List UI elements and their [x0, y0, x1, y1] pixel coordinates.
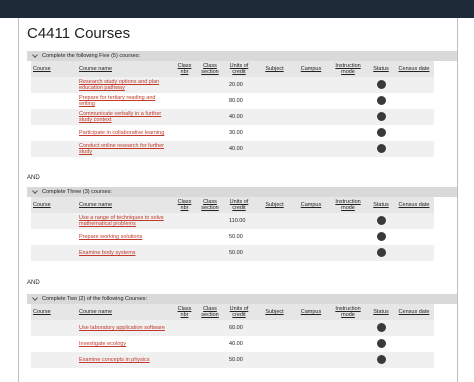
chevron-down-icon[interactable]	[31, 52, 39, 60]
units-value: 40.00	[229, 341, 243, 347]
table-row: Investigate ecology 40.00	[31, 336, 434, 352]
course-link[interactable]: Examine concepts in physics	[79, 357, 150, 363]
col-class-section[interactable]: Class section	[197, 304, 223, 320]
course-link[interactable]: Examine body systems	[79, 250, 136, 256]
status-icon	[376, 338, 386, 348]
col-units-of-credit[interactable]: Units of credit	[223, 197, 255, 213]
chevron-down-icon[interactable]	[31, 188, 39, 196]
units-value: 40.00	[229, 146, 243, 152]
group-header[interactable]: Complete Three (3) courses:	[27, 187, 457, 197]
col-subject[interactable]: Subject	[255, 197, 294, 213]
course-link[interactable]: Communicate verbally in a further study …	[79, 111, 161, 123]
table-row: Examine body systems 50.00	[31, 245, 434, 261]
table-row: Examine concepts in physics 50.00	[31, 352, 434, 368]
left-divider	[18, 18, 19, 382]
status-icon	[376, 322, 386, 332]
table-row: Prepare for tertiary reading and writing…	[31, 93, 434, 109]
course-link[interactable]: Conduct online research for further stud…	[79, 143, 164, 155]
col-course-name[interactable]: Course name	[77, 61, 172, 77]
course-link[interactable]: Investigate ecology	[79, 341, 126, 347]
course-group-3: Complete Two (2) of the following Course…	[27, 294, 457, 368]
course-link[interactable]: Use laboratory application software	[79, 325, 165, 331]
status-icon	[376, 354, 386, 364]
table-row: Participate in collaborative learning 30…	[31, 125, 434, 141]
col-course-name[interactable]: Course name	[77, 304, 172, 320]
col-campus[interactable]: Campus	[294, 304, 328, 320]
units-value: 50.00	[229, 250, 243, 256]
col-status[interactable]: Status	[368, 197, 394, 213]
course-group-2: Complete Three (3) courses: Course Cours…	[27, 187, 457, 261]
col-course[interactable]: Course	[31, 61, 77, 77]
group-title: Complete the following Five (5) courses:	[42, 53, 141, 59]
units-value: 50.00	[229, 357, 243, 363]
units-value: 110.00	[229, 218, 246, 224]
status-icon	[376, 127, 386, 137]
col-instruction-mode[interactable]: Instruction mode	[328, 197, 368, 213]
col-units-of-credit[interactable]: Units of credit	[223, 61, 255, 77]
status-icon	[376, 143, 386, 153]
col-class-section[interactable]: Class section	[197, 61, 223, 77]
group-header[interactable]: Complete Two (2) of the following Course…	[27, 294, 457, 304]
status-icon	[376, 111, 386, 121]
and-separator: AND	[27, 175, 40, 181]
col-course[interactable]: Course	[31, 304, 77, 320]
page-title: C4411 Courses	[27, 25, 131, 42]
status-icon	[376, 215, 386, 225]
col-class-section[interactable]: Class section	[197, 197, 223, 213]
table-row: Use laboratory application software 60.0…	[31, 320, 434, 336]
col-units-of-credit[interactable]: Units of credit	[223, 304, 255, 320]
status-icon	[376, 231, 386, 241]
col-subject[interactable]: Subject	[255, 61, 294, 77]
col-census-date[interactable]: Census date	[394, 304, 434, 320]
table-row: Research study options and plan educatio…	[31, 77, 434, 93]
top-nav-bar	[0, 0, 474, 18]
course-link[interactable]: Prepare for tertiary reading and writing	[79, 95, 155, 107]
col-status[interactable]: Status	[368, 304, 394, 320]
col-course[interactable]: Course	[31, 197, 77, 213]
table-row: Communicate verbally in a further study …	[31, 109, 434, 125]
col-status[interactable]: Status	[368, 61, 394, 77]
table-row: Conduct online research for further stud…	[31, 141, 434, 157]
group-title: Complete Two (2) of the following Course…	[42, 296, 148, 302]
group-title: Complete Three (3) courses:	[42, 189, 112, 195]
col-instruction-mode[interactable]: Instruction mode	[328, 61, 368, 77]
units-value: 50.00	[229, 234, 243, 240]
courses-table: Course Course name Class nbr Class secti…	[31, 304, 434, 368]
course-link[interactable]: Prepare working solutions	[79, 234, 142, 240]
table-row: Prepare working solutions 50.00	[31, 229, 434, 245]
status-icon	[376, 95, 386, 105]
units-value: 30.00	[229, 130, 243, 136]
units-value: 20.00	[229, 82, 243, 88]
col-class-nbr[interactable]: Class nbr	[172, 197, 197, 213]
courses-table: Course Course name Class nbr Class secti…	[31, 197, 434, 261]
courses-table: Course Course name Class nbr Class secti…	[31, 61, 434, 157]
col-campus[interactable]: Campus	[294, 197, 328, 213]
and-separator: AND	[27, 280, 40, 286]
status-icon	[376, 79, 386, 89]
col-class-nbr[interactable]: Class nbr	[172, 61, 197, 77]
col-campus[interactable]: Campus	[294, 61, 328, 77]
course-link[interactable]: Use a range of techniques to solve mathe…	[79, 215, 164, 227]
group-header[interactable]: Complete the following Five (5) courses:	[27, 51, 457, 61]
col-census-date[interactable]: Census date	[394, 61, 434, 77]
units-value: 40.00	[229, 114, 243, 120]
course-link[interactable]: Participate in collaborative learning	[79, 130, 164, 136]
course-group-1: Complete the following Five (5) courses:…	[27, 51, 457, 157]
units-value: 80.00	[229, 98, 243, 104]
col-instruction-mode[interactable]: Instruction mode	[328, 304, 368, 320]
col-census-date[interactable]: Census date	[394, 197, 434, 213]
units-value: 60.00	[229, 325, 243, 331]
col-class-nbr[interactable]: Class nbr	[172, 304, 197, 320]
table-row: Use a range of techniques to solve mathe…	[31, 213, 434, 229]
right-divider	[457, 18, 458, 382]
status-icon	[376, 247, 386, 257]
chevron-down-icon[interactable]	[31, 295, 39, 303]
course-link[interactable]: Research study options and plan educatio…	[79, 79, 159, 91]
col-course-name[interactable]: Course name	[77, 197, 172, 213]
col-subject[interactable]: Subject	[255, 304, 294, 320]
